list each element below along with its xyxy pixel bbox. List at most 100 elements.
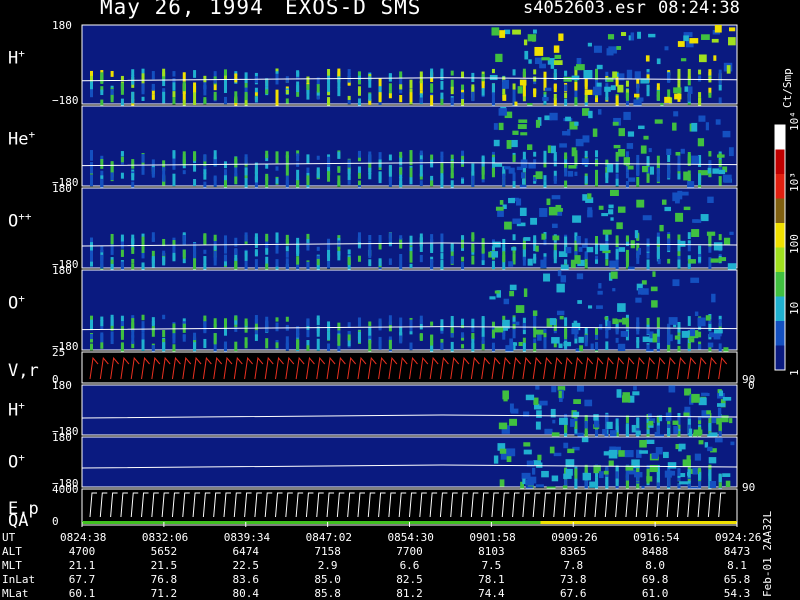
spectrogram-cell [697,317,706,327]
spectrogram-cell [275,259,279,267]
spectrogram-cell [535,171,543,180]
spectrogram-cell [564,479,568,487]
panel-label-sup: + [18,399,25,412]
spectrogram-cell [388,258,392,265]
spectrogram-cell [625,80,629,87]
spectrogram-cell [223,84,227,94]
spectrogram-cell [491,260,495,270]
spectrogram-cell [471,90,475,102]
table-cell: 67.7 [68,573,96,586]
spectrogram-cell [718,97,722,104]
spectrogram-cell [481,157,485,167]
spectrogram-cell [630,32,635,41]
spectrogram-cell [512,324,516,329]
panel-frame-ep_qa [81,488,738,526]
spectrogram-cell [605,258,609,266]
spectrogram-cell [182,81,186,92]
spectrogram-cell [564,167,568,177]
spectrogram-cell [316,317,320,326]
spectrogram-cell [574,478,578,490]
spectrogram-cell [581,437,589,443]
colorbar-tick: 10³ [788,172,800,193]
spectrogram-cell [608,209,614,215]
spectrogram-cell [522,256,526,266]
spectrogram-cell [559,143,567,148]
spectrogram-cell [636,340,640,349]
spectrogram-cell [729,27,736,32]
spectrogram-cell [647,413,652,418]
spectrogram-cell [512,218,521,224]
spectrogram-summary-plot: May 26, 1994 EXOS-D SMS s4052603.esr 08:… [0,0,800,600]
spectrogram-cell [296,169,300,181]
spectrogram-cell [713,329,723,334]
spectrogram-cell [110,172,114,181]
spectrogram-cell [481,316,485,328]
spectrogram-cell [584,175,588,184]
spectrogram-cell [718,176,722,186]
spectrogram-cell [698,245,702,255]
spectrogram-cell [512,234,516,241]
table-cell: 74.4 [478,587,505,600]
spectrogram-cell [275,326,279,332]
spectrogram-cell [399,177,403,186]
spectrogram-cell [666,334,673,342]
spectrogram-cell [650,286,658,292]
spectrogram-cell [234,156,238,168]
spectrogram-cell [368,249,372,259]
spectrogram-cell [692,219,699,223]
spectrogram-cell [151,317,155,323]
spectrogram-cell [498,108,507,116]
spectrogram-cell [667,72,671,83]
spectrogram-cell [481,248,485,254]
table-cell: 7.8 [563,559,584,572]
spectrogram-cell [557,270,562,277]
spectrogram-cell [698,173,702,186]
panel-label2-ep_qa: QA [8,511,29,532]
spectrogram-cell [532,310,538,316]
spectrogram-cell [651,300,658,308]
spectrogram-cell [244,178,248,189]
spectrogram-cell [717,407,722,417]
table-cell: 82.5 [396,573,423,586]
spectrogram-cell [440,259,444,270]
spectrogram-cell [203,256,207,266]
spectrogram-cell [539,208,548,217]
spectrogram-cell [327,68,331,77]
spectrogram-cell [713,242,723,251]
spectrogram-cell [489,296,496,300]
spectrogram-cell [120,156,124,163]
spectrogram-cell [618,149,626,157]
spectrogram-cell [583,69,593,79]
spectrogram-cell [607,34,615,40]
spectrogram-cell [603,451,611,456]
spectrogram-cell [120,326,124,337]
spectrogram-cell [533,151,537,157]
spectrogram-cell [110,89,114,95]
spectrogram-cell [667,89,671,98]
spectrogram-cell [636,317,640,325]
spectrogram-cell [698,115,706,122]
panel-label-text: H [8,400,19,421]
colorbar-segment [775,174,785,199]
spectrogram-cell [553,250,557,258]
spectrogram-cell [120,82,124,89]
spectrogram-cell [495,206,504,211]
spectrogram-cell [708,69,712,76]
spectrogram-cell [645,55,650,62]
spectrogram-cell [712,168,719,174]
spectrogram-cell [430,83,434,93]
spectrogram-cell [680,240,686,247]
spectrogram-cell [162,167,166,179]
spectrogram-cell [603,470,609,475]
spectrogram-cell [592,86,602,96]
qa-bar-yellow [540,521,737,524]
spectrogram-cell [347,100,351,105]
spectrogram-cell [131,258,135,264]
spectrogram-cell [110,331,114,341]
spectrogram-cell [633,386,637,391]
spectrogram-cell [564,326,568,338]
spectrogram-cell [606,421,613,429]
spectrogram-cell [347,95,351,100]
spectrogram-cell [683,35,689,42]
spectrogram-cell [616,46,622,50]
